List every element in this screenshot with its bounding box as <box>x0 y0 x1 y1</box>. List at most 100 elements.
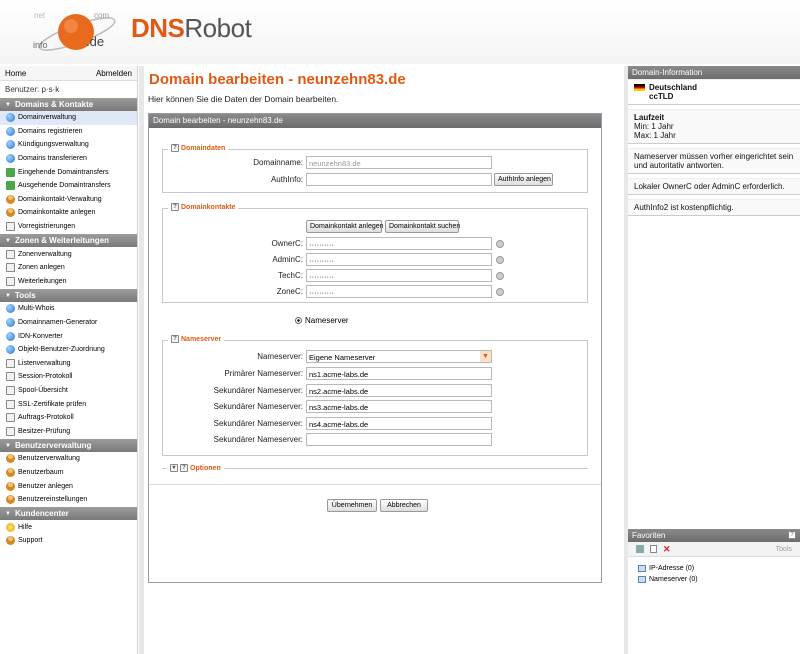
green-icon <box>6 167 15 177</box>
nameserver-select[interactable]: Eigene Nameserver ▼ <box>306 350 492 363</box>
sidebar-section-header[interactable]: ▼ Benutzerverwaltung <box>0 439 137 453</box>
add-contact-icon[interactable] <box>496 240 504 248</box>
sidebar-item[interactable]: Zonenverwaltung <box>0 247 137 261</box>
sidebar-item[interactable]: Benutzerverwaltung <box>0 452 137 466</box>
sidebar-item-label: Domainkontakt-Verwaltung <box>18 195 102 203</box>
sidebar-item-label: IDN-Konverter <box>18 332 63 340</box>
sidebar-section-title: Kundencenter <box>14 509 69 519</box>
sidebar-item[interactable]: Besitzer-Prüfung <box>0 424 137 438</box>
favorite-item[interactable]: IP-Adresse (0) <box>638 563 790 574</box>
sidebar-item[interactable]: Session-Protokoll <box>0 370 137 384</box>
sidebar-item[interactable]: Domainverwaltung <box>0 111 137 125</box>
sidebar-item-label: Zonen anlegen <box>18 264 65 272</box>
authinfo-input[interactable] <box>306 173 492 186</box>
sidebar-item[interactable]: Hilfe <box>0 520 137 534</box>
sidebar-section-header[interactable]: ▼ Tools <box>0 289 137 303</box>
sidebar-item[interactable]: Support <box>0 534 137 548</box>
sidebar-item[interactable]: SSL-Zertifikate prüfen <box>0 397 137 411</box>
new-icon[interactable] <box>650 545 657 553</box>
authinfo-create-button[interactable]: AuthInfo anlegen <box>494 173 553 186</box>
add-contact-icon[interactable] <box>496 256 504 264</box>
sidebar-item[interactable]: Weiterleitungen <box>0 275 137 289</box>
person-icon <box>6 454 15 464</box>
contact-input[interactable]: ·········· <box>306 285 492 298</box>
add-contact-icon[interactable] <box>496 288 504 296</box>
globe-icon <box>6 140 15 150</box>
favorite-item[interactable]: Nameserver (0) <box>638 574 790 585</box>
note-contact: Lokaler OwnerC oder AdminC erforderlich. <box>628 178 800 195</box>
sidebar-item[interactable]: Multi-Whois <box>0 302 137 316</box>
collapse-arrow-icon[interactable]: ▼ <box>5 238 11 244</box>
sidebar-item[interactable]: Domainnamen-Generator <box>0 316 137 330</box>
sidebar-item-label: Zonenverwaltung <box>18 250 72 258</box>
sidebar-item[interactable]: Kündigungsverwaltung <box>0 138 137 152</box>
help-icon[interactable]: ? <box>171 335 179 343</box>
nameserver-radio[interactable] <box>295 317 302 324</box>
expand-icon[interactable]: ▾ <box>170 464 178 472</box>
home-link[interactable]: Home <box>5 69 26 78</box>
add-contact-icon[interactable] <box>496 272 504 280</box>
sidebar-item[interactable]: Benutzer anlegen <box>0 479 137 493</box>
sidebar-item[interactable]: Eingehende Domaintransfers <box>0 165 137 179</box>
domaindaten-fieldset: ? Domaindaten Domainname: neunzehn83.de A… <box>162 144 588 193</box>
collapse-arrow-icon[interactable]: ▼ <box>5 102 11 108</box>
help-icon[interactable]: ? <box>788 531 796 539</box>
contact-input[interactable]: ·········· <box>306 269 492 282</box>
nameserver-input[interactable]: ns4.acme-labs.de <box>306 416 492 430</box>
sidebar-item[interactable]: Domainkontakte anlegen <box>0 206 137 220</box>
contact-search-button[interactable]: Domainkontakt suchen <box>385 220 460 233</box>
save-icon[interactable] <box>636 545 644 553</box>
sidebar-item[interactable]: Ausgehende Domaintransfers <box>0 179 137 193</box>
sidebar-item[interactable]: Benutzereinstellungen <box>0 493 137 507</box>
sidebar-item-label: Hilfe <box>18 523 33 531</box>
list-icon <box>638 565 646 572</box>
sidebar-section-header[interactable]: ▼ Kundencenter <box>0 507 137 521</box>
sidebar-item[interactable]: Domains registrieren <box>0 125 137 139</box>
logout-link[interactable]: Abmelden <box>96 69 132 78</box>
nameserver-input[interactable]: ns2.acme-labs.de <box>306 383 492 397</box>
nameserver-fieldset: ? Nameserver Nameserver: Eigene Nameserve… <box>162 335 588 456</box>
cancel-button[interactable]: Abbrechen <box>380 499 428 512</box>
sidebar-item[interactable]: Zonen anlegen <box>0 261 137 275</box>
sidebar-section-header[interactable]: ▼ Domains & Kontakte <box>0 98 137 111</box>
sidebar-item-label: Domains registrieren <box>18 127 83 135</box>
collapse-arrow-icon[interactable]: ▼ <box>5 443 11 449</box>
sidebar-item[interactable]: Listenverwaltung <box>0 357 137 371</box>
favorite-label: Nameserver (0) <box>649 576 698 583</box>
nameserver-legend-text: Nameserver <box>181 335 222 343</box>
contact-input[interactable]: ·········· <box>306 253 492 266</box>
favorite-label: IP-Adresse (0) <box>649 565 695 572</box>
brand-dns: DNS <box>131 13 185 43</box>
chevron-down-icon[interactable]: ▼ <box>480 351 491 362</box>
logo-info-text: info <box>33 40 48 50</box>
nameserver-input[interactable] <box>306 433 492 446</box>
sidebar-item[interactable]: IDN-Konverter <box>0 329 137 343</box>
sidebar-item[interactable]: Objekt-Benutzer-Zuordnung <box>0 343 137 357</box>
delete-icon[interactable]: ✕ <box>663 544 671 555</box>
help-icon[interactable]: ? <box>171 144 179 152</box>
nameserver-input[interactable]: ns1.acme-labs.de <box>306 367 492 380</box>
apply-button[interactable]: Übernehmen <box>327 499 377 512</box>
contact-input[interactable]: ·········· <box>306 237 492 250</box>
green-icon <box>6 181 15 191</box>
favorites-list: IP-Adresse (0) Nameserver (0) <box>628 557 800 591</box>
nameserver-input[interactable]: ns3.acme-labs.de <box>306 400 492 413</box>
contact-create-button[interactable]: Domainkontakt anlegen <box>306 220 384 233</box>
help-icon[interactable]: ? <box>171 203 179 211</box>
collapse-arrow-icon[interactable]: ▼ <box>5 511 11 517</box>
help-icon[interactable]: ? <box>180 464 188 472</box>
sidebar-item-label: Spool-Übersicht <box>18 386 68 394</box>
contact-label: AdminC: <box>272 255 303 264</box>
sidebar-item[interactable]: Domains transferieren <box>0 152 137 166</box>
logo-de-text: .de <box>86 34 104 49</box>
sidebar-item[interactable]: Spool-Übersicht <box>0 384 137 398</box>
sidebar-item[interactable]: Auftrags-Protokoll <box>0 411 137 425</box>
collapse-arrow-icon[interactable]: ▼ <box>5 293 11 299</box>
sidebar-section-header[interactable]: ▼ Zonen & Weiterleitungen <box>0 234 137 248</box>
sidebar-item[interactable]: Domainkontakt-Verwaltung <box>0 193 137 207</box>
sidebar-item[interactable]: Vorregistrierungen <box>0 220 137 234</box>
sidebar-item[interactable]: Benutzerbaum <box>0 466 137 480</box>
domainname-input[interactable]: neunzehn83.de <box>306 156 492 169</box>
optionen-legend[interactable]: ▾? Optionen <box>167 464 224 472</box>
tools-menu[interactable]: Tools <box>776 546 792 553</box>
